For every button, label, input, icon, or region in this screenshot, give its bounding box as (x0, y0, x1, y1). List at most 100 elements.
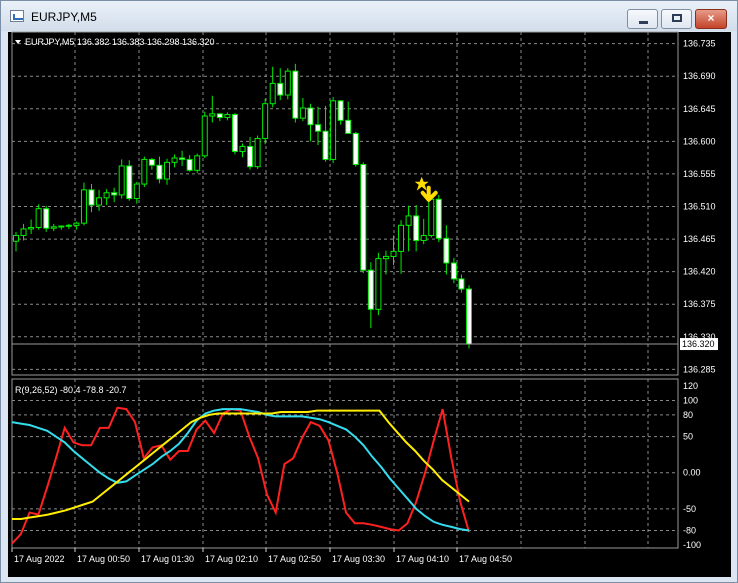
price-tick-label: 136.645 (683, 104, 716, 114)
candle-bullish (262, 103, 269, 139)
candle-bullish (50, 226, 57, 229)
candle-bullish (405, 215, 412, 226)
candle-bullish (375, 258, 382, 310)
candle-bearish (337, 100, 344, 121)
candle-bullish (254, 137, 261, 168)
price-tick-label: 136.420 (683, 267, 716, 277)
candle-bearish (148, 158, 155, 166)
candle-bullish (201, 115, 208, 157)
candle-bearish (367, 269, 374, 310)
candle-bullish (239, 145, 246, 152)
indicator-tick-label: 120 (683, 381, 698, 391)
price-tick-label: 136.375 (683, 299, 716, 309)
candle-bullish (80, 189, 87, 224)
indicator-tick-label: 0.00 (683, 468, 701, 478)
candle-bearish (111, 192, 118, 196)
candle-bearish (43, 208, 50, 229)
symbol-ohlc-label: EURJPY,M5 136.382 136.383 136.298 136.32… (25, 37, 214, 47)
candle-bullish (103, 192, 110, 199)
candle-bullish (118, 165, 125, 196)
candle-bearish (360, 164, 367, 271)
candle-bullish (224, 114, 231, 118)
indicator-tick-label: -80 (683, 526, 696, 536)
candle-bearish (156, 164, 163, 180)
window-title: EURJPY,M5 (31, 10, 97, 24)
candle-bullish (96, 197, 103, 206)
candle-bullish (428, 198, 435, 236)
candle-bearish (277, 82, 284, 96)
time-tick-label: 17 Aug 00:50 (77, 554, 130, 564)
candle-bearish (231, 114, 238, 152)
chart-svg[interactable]: 136.735 136.690 136.645 136.600 136.555 136.5… (7, 31, 730, 576)
close-button[interactable]: × (695, 9, 727, 29)
candle-bearish (179, 157, 186, 160)
price-tick-label: 136.285 (683, 364, 716, 374)
candle-bearish (435, 198, 442, 239)
indicator-tick-label: -100 (683, 540, 701, 550)
candle-bullish (28, 226, 35, 230)
candle-bullish (209, 113, 216, 117)
candle-bearish (345, 119, 352, 134)
sell-arrow-icon (420, 185, 438, 202)
indicator-tick-label: 50 (683, 432, 693, 442)
candle-bullish (141, 158, 148, 185)
price-tick-label: 136.555 (683, 169, 716, 179)
indicator-series-line (12, 409, 470, 520)
candle-bearish (352, 132, 359, 166)
candle-bearish (126, 165, 133, 200)
candle-bearish (186, 158, 193, 171)
candle-bearish (307, 107, 314, 126)
time-tick-label: 17 Aug 02:10 (205, 554, 258, 564)
candle-bullish (299, 107, 306, 119)
time-tick-label: 17 Aug 01:30 (141, 554, 194, 564)
candle-bullish (284, 70, 291, 96)
candle-bearish (413, 215, 420, 242)
price-tick-label: 136.690 (683, 71, 716, 81)
candle-bullish (330, 100, 337, 160)
indicator-series-line (11, 406, 470, 545)
candle-bullish (390, 250, 397, 257)
time-tick-label: 17 Aug 03:30 (332, 554, 385, 564)
price-panel[interactable] (11, 31, 679, 376)
candle-bullish (164, 161, 170, 180)
close-icon: × (707, 11, 715, 25)
chart-window-icon (10, 10, 24, 22)
candle-bearish (322, 130, 329, 160)
price-tick-label: 136.600 (683, 136, 716, 146)
indicator-series-line (11, 408, 470, 532)
candle-bullish (382, 255, 389, 260)
candle-bearish (292, 70, 299, 119)
indicator-label: R(9,26,52) -80.4 -78.8 -20.7 (15, 385, 127, 395)
indicator-panel[interactable] (11, 378, 679, 549)
candle-bullish (35, 208, 42, 228)
candle-bullish (133, 183, 140, 200)
signal-star-icon (414, 176, 429, 191)
current-price-label: 136.320 (682, 339, 715, 349)
price-tick-label: 136.510 (683, 202, 716, 212)
candle-bearish (88, 189, 95, 206)
price-tick-label: 136.465 (683, 234, 716, 244)
candle-bullish (20, 228, 27, 236)
candle-bullish (420, 234, 427, 242)
candle-bullish (13, 234, 19, 242)
candle-bullish (73, 222, 80, 226)
candle-bearish (315, 124, 321, 132)
candle-bearish (450, 262, 457, 280)
candle-bullish (269, 82, 276, 105)
candle-bearish (216, 113, 223, 118)
time-tick-label: 17 Aug 04:50 (459, 554, 512, 564)
indicator-tick-label: 80 (683, 410, 693, 420)
title-bar[interactable]: EURJPY,M5 × (1, 1, 737, 31)
maximize-button[interactable] (661, 9, 692, 29)
time-tick-label: 17 Aug 02:50 (268, 554, 321, 564)
candle-bearish (466, 288, 472, 345)
time-tick-label: 17 Aug 2022 (14, 554, 65, 564)
minimize-button[interactable] (627, 9, 658, 29)
candle-bullish (58, 225, 65, 228)
candle-bullish (65, 224, 72, 227)
candle-bearish (458, 278, 465, 290)
candle-bullish (194, 155, 201, 171)
candle-bearish (247, 145, 254, 168)
price-tick-label: 136.735 (683, 39, 716, 49)
candle-bearish (443, 237, 450, 264)
